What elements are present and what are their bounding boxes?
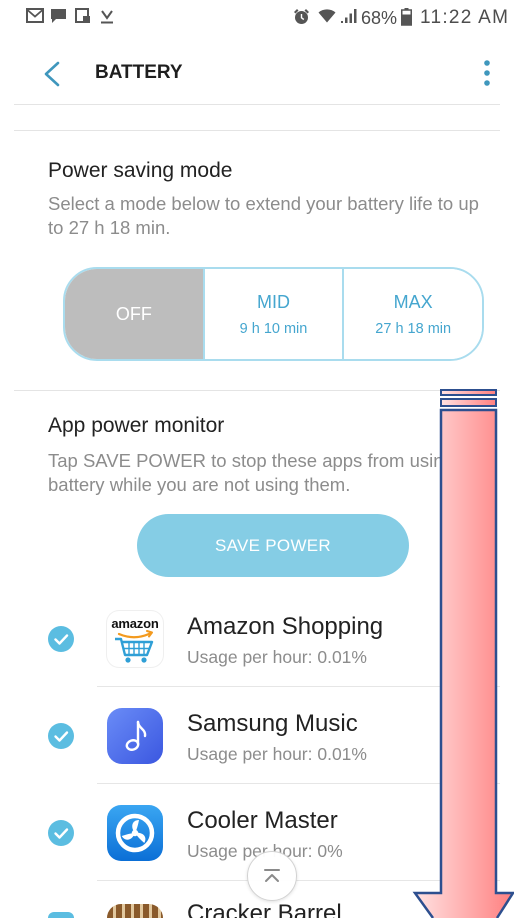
amazon-shopping-icon: amazon (107, 611, 163, 667)
power-saving-description: Select a mode below to extend your batte… (48, 193, 479, 238)
app-checkbox[interactable] (48, 912, 74, 918)
wifi-icon (318, 9, 336, 23)
mode-off-label: OFF (115, 304, 152, 324)
app-checkbox[interactable] (48, 723, 74, 749)
check-icon (54, 634, 69, 645)
app-usage: Usage per hour: 0.01% (187, 647, 367, 667)
app-list-item[interactable]: amazon Amazon Shopping Usage per hour: 0… (0, 590, 514, 687)
mode-max-option[interactable]: MAX 27 h 18 min (342, 269, 482, 359)
app-name: Samsung Music (187, 710, 358, 737)
message-icon (51, 9, 66, 23)
signal-icon (341, 9, 357, 23)
battery-percent: 68% (361, 8, 398, 28)
mode-max-label: MAX (393, 291, 433, 312)
mode-off-option[interactable]: OFF (65, 269, 203, 359)
status-bar: 68% 11:22 AM (0, 0, 514, 38)
mode-max-duration: 27 h 18 min (375, 320, 452, 337)
mode-mid-label: MID (257, 291, 290, 312)
check-icon (54, 731, 69, 742)
app-usage: Usage per hour: 0.01% (187, 744, 367, 764)
power-saving-heading: Power saving mode (48, 159, 233, 182)
check-icon (54, 828, 69, 839)
mode-mid-duration: 9 h 10 min (239, 320, 308, 337)
back-chevron-icon[interactable] (40, 60, 66, 88)
app-name: Amazon Shopping (187, 613, 384, 640)
alarm-icon (294, 9, 309, 24)
page-title: BATTERY (95, 62, 183, 83)
power-mode-selector: OFF MID 9 h 10 min MAX 27 h 18 min (63, 267, 484, 361)
app-list-item[interactable]: Samsung Music Usage per hour: 0.01% (0, 687, 514, 784)
clock: 11:22 AM (420, 7, 510, 28)
download-complete-icon (101, 10, 113, 24)
save-power-button[interactable]: SAVE POWER (137, 514, 409, 577)
divider (14, 104, 500, 105)
scroll-to-top-button[interactable] (247, 851, 297, 901)
app-name: Cracker Barrel (187, 900, 342, 918)
divider (14, 390, 500, 391)
app-checkbox[interactable] (48, 626, 74, 652)
app-power-monitor-heading: App power monitor (48, 414, 225, 437)
screenshot-icon (75, 8, 90, 23)
app-power-monitor-description: Tap SAVE POWER to stop these apps from u… (48, 450, 454, 495)
app-name: Cooler Master (187, 807, 338, 834)
divider (14, 130, 500, 131)
samsung-music-icon (107, 708, 163, 764)
app-checkbox[interactable] (48, 820, 74, 846)
cooler-master-icon (107, 805, 163, 861)
battery-icon (401, 8, 412, 26)
mode-mid-option[interactable]: MID 9 h 10 min (202, 269, 343, 359)
shopping-cart-icon (115, 630, 154, 663)
more-options-icon[interactable] (478, 57, 496, 89)
app-bar: BATTERY (0, 40, 514, 104)
cracker-barrel-icon (107, 904, 163, 918)
scroll-to-top-icon (264, 869, 280, 882)
email-icon (26, 8, 44, 23)
battery-settings-screen: 68% 11:22 AM BATTERY Power saving mode S… (0, 0, 514, 918)
